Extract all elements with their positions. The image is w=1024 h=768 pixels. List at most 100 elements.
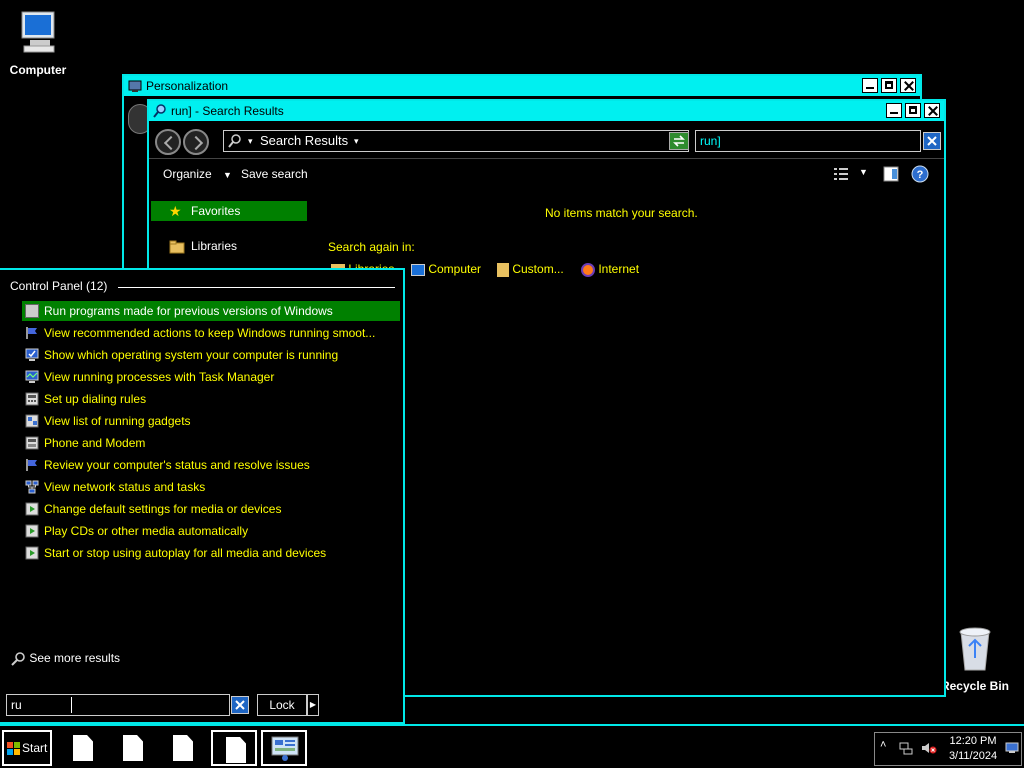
search-result-label: Show which operating system your compute… (44, 348, 339, 362)
save-search-button[interactable]: Save search (241, 167, 308, 181)
firefox-icon (581, 262, 595, 277)
clear-search-icon[interactable] (231, 696, 249, 714)
search-result-label: View list of running gadgets (44, 414, 191, 428)
search-icon (153, 104, 166, 118)
phone-modem-icon (25, 436, 39, 450)
notification-area: ˄ 12:20 PM 3/11/2024 (874, 732, 1022, 766)
search-result-item[interactable]: Play CDs or other media automatically (22, 521, 400, 541)
autoplay-icon (25, 502, 39, 516)
search-result-item[interactable]: View network status and tasks (22, 477, 400, 497)
taskbar-item[interactable] (60, 730, 106, 766)
search-result-item[interactable]: View running processes with Task Manager (22, 367, 400, 387)
maximize-button[interactable] (881, 78, 897, 93)
search-result-label: Set up dialing rules (44, 392, 147, 406)
svg-text:?: ? (917, 169, 924, 181)
favorites-item[interactable]: ★ Favorites (151, 201, 307, 221)
volume-muted-icon[interactable] (921, 741, 937, 755)
search-location-custom[interactable]: Custom... (497, 262, 564, 277)
computer-icon (411, 263, 425, 276)
search-result-label: Phone and Modem (44, 436, 146, 450)
favorites-star-icon: ★ (169, 203, 182, 219)
search-input[interactable]: run] (695, 130, 921, 152)
control-panel-icon (271, 736, 299, 761)
minimize-button[interactable] (886, 103, 902, 118)
show-hidden-icons-chevron-icon[interactable]: ˄ (880, 739, 886, 751)
favorites-label: Favorites (191, 204, 241, 218)
search-location-computer-label: Computer (428, 262, 482, 276)
search-result-item[interactable]: Change default settings for media or dev… (22, 499, 400, 519)
folder-icon (497, 262, 509, 277)
search-result-item[interactable]: View list of running gadgets (22, 411, 400, 431)
address-dropdown-chevron-icon[interactable]: ▾ (354, 131, 359, 151)
search-result-label: Play CDs or other media automatically (44, 524, 249, 538)
personalization-titlebar[interactable]: Personalization (124, 76, 920, 96)
clear-search-icon[interactable] (923, 132, 941, 150)
organize-button[interactable]: Organize ▼ (163, 167, 232, 181)
taskbar-item[interactable] (160, 730, 206, 766)
organize-chevron-icon: ▼ (223, 170, 232, 180)
help-icon[interactable]: ? (911, 165, 929, 183)
network-tray-icon[interactable] (899, 741, 913, 755)
start-search-input[interactable]: ru (6, 694, 230, 716)
view-chevron-icon[interactable]: ▼ (859, 167, 868, 177)
no-items-message: No items match your search. (545, 206, 698, 220)
preview-pane-icon[interactable] (883, 166, 899, 182)
lock-button[interactable]: Lock (257, 694, 307, 716)
document-icon (173, 735, 193, 761)
address-text[interactable]: Search Results (260, 131, 348, 151)
search-result-item[interactable]: View recommended actions to keep Windows… (22, 323, 400, 343)
close-button[interactable] (900, 78, 916, 93)
search-folder-icon (228, 134, 241, 148)
breadcrumb-chevron-icon[interactable]: ▾ (248, 131, 253, 151)
minimize-button[interactable] (862, 78, 878, 93)
document-icon (73, 735, 93, 761)
see-more-results-link[interactable]: See more results (10, 651, 120, 667)
command-bar: Organize ▼ Save search ▼ ? (149, 159, 944, 189)
search-location-internet-label: Internet (598, 262, 640, 276)
maximize-button[interactable] (905, 103, 921, 118)
taskbar-item[interactable] (110, 730, 156, 766)
search-result-item[interactable]: Phone and Modem (22, 433, 400, 453)
recycle-bin-label: Recycle Bin (940, 679, 1010, 693)
address-bar[interactable]: ▾ Search Results ▾ ▽ (223, 130, 689, 152)
organize-label: Organize (163, 167, 212, 181)
search-result-label: View network status and tasks (44, 480, 206, 494)
recycle-bin-icon (959, 627, 991, 671)
search-result-label: Run programs made for previous versions … (44, 304, 333, 318)
taskbar-item-control-panel[interactable] (261, 730, 307, 766)
shutdown-options-arrow-icon[interactable]: ▶ (307, 694, 319, 716)
show-desktop-icon[interactable] (1005, 742, 1019, 754)
view-options-icon[interactable] (833, 166, 849, 182)
search-result-label: Review your computer's status and resolv… (44, 458, 310, 472)
search-result-label: Change default settings for media or dev… (44, 502, 282, 516)
search-result-item[interactable]: Show which operating system your compute… (22, 345, 400, 365)
forward-button[interactable] (183, 129, 209, 155)
recycle-bin-desktop-icon[interactable]: Recycle Bin (937, 624, 1013, 693)
search-result-item[interactable]: Set up dialing rules (22, 389, 400, 409)
search-result-item[interactable]: Run programs made for previous versions … (22, 301, 400, 321)
control-panel-group-header[interactable]: Control Panel (12) (10, 279, 107, 293)
search-result-item[interactable]: Review your computer's status and resolv… (22, 455, 400, 475)
autoplay-icon (25, 524, 39, 538)
refresh-icon[interactable] (669, 132, 689, 150)
dialing-rules-icon (25, 392, 39, 406)
search-location-internet[interactable]: Internet (581, 262, 639, 277)
start-button[interactable]: Start (2, 730, 52, 766)
document-icon (226, 737, 246, 763)
clock[interactable]: 12:20 PM 3/11/2024 (945, 734, 1001, 764)
personalization-title: Personalization (146, 79, 229, 93)
close-button[interactable] (924, 103, 940, 118)
gadgets-icon (25, 414, 39, 428)
search-results-titlebar[interactable]: run] - Search Results (149, 101, 944, 121)
action-center-flag-icon (26, 327, 37, 339)
search-again-label: Search again in: (328, 240, 415, 254)
back-button[interactable] (155, 129, 181, 155)
search-location-computer[interactable]: Computer (411, 262, 481, 276)
autoplay-icon (25, 546, 39, 560)
computer-desktop-icon[interactable]: Computer (0, 8, 76, 77)
taskbar: Start ˄ 12:20 PM 3/11/2024 (0, 724, 1024, 768)
search-result-item[interactable]: Start or stop using autoplay for all med… (22, 543, 400, 563)
clock-time: 12:20 PM (949, 735, 997, 747)
taskbar-item-active[interactable] (211, 730, 257, 766)
action-center-flag-icon (26, 459, 37, 471)
